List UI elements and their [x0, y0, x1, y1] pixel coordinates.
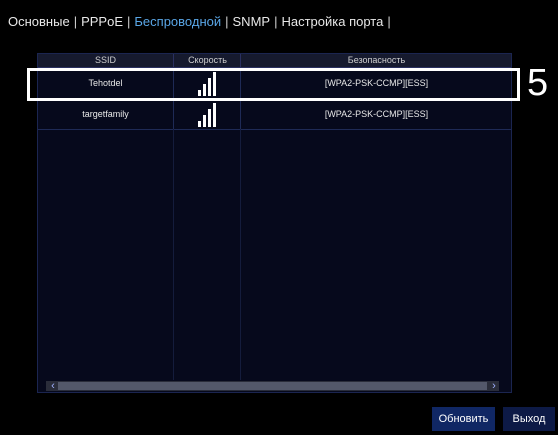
table-row[interactable]: targetfamily [WPA2-PSK-CCMP][ESS]: [38, 99, 511, 130]
signal-bar: [208, 109, 211, 127]
horizontal-scrollbar[interactable]: ‹ ›: [46, 381, 499, 392]
security-cell: [WPA2-PSK-CCMP][ESS]: [240, 99, 512, 129]
callout-number: 5: [527, 62, 549, 104]
tab-pppoe[interactable]: PPPoE: [81, 14, 123, 29]
ssid-cell: targetfamily: [82, 109, 129, 119]
scroll-right-icon[interactable]: ›: [489, 381, 499, 392]
scroll-left-icon[interactable]: ‹: [48, 381, 58, 392]
signal-bar: [213, 103, 216, 127]
tab-separator: |: [274, 14, 278, 29]
tab-snmp[interactable]: SNMP: [233, 14, 271, 29]
tab-wireless[interactable]: Беспроводной: [134, 14, 221, 29]
exit-button[interactable]: Выход: [503, 407, 555, 431]
tab-separator: |: [387, 14, 391, 29]
tab-separator: |: [73, 14, 78, 29]
signal-bar: [198, 121, 201, 127]
signal-bar: [203, 115, 206, 127]
wifi-network-table: SSID Скорость Безопасность Tehotdel [WPA…: [37, 53, 512, 393]
refresh-button[interactable]: Обновить: [432, 407, 495, 431]
tab-separator: |: [225, 14, 229, 29]
row-highlight-box: [27, 68, 520, 101]
tab-separator: |: [127, 14, 131, 29]
column-header-security[interactable]: Безопасность: [240, 54, 512, 67]
column-header-speed[interactable]: Скорость: [173, 54, 241, 67]
table-header: SSID Скорость Безопасность: [38, 54, 511, 68]
scrollbar-thumb[interactable]: [58, 382, 487, 390]
tab-basic[interactable]: Основные: [8, 14, 70, 29]
tab-bar: Основные | PPPoE | Беспроводной | SNMP | Настрой…: [8, 14, 395, 29]
tab-port-settings[interactable]: Настройка порта: [281, 14, 383, 29]
signal-strength-icon: [198, 103, 222, 127]
column-header-ssid[interactable]: SSID: [38, 54, 173, 67]
column-divider: [240, 129, 241, 380]
signal-cell: [173, 99, 241, 129]
column-divider: [173, 129, 174, 380]
